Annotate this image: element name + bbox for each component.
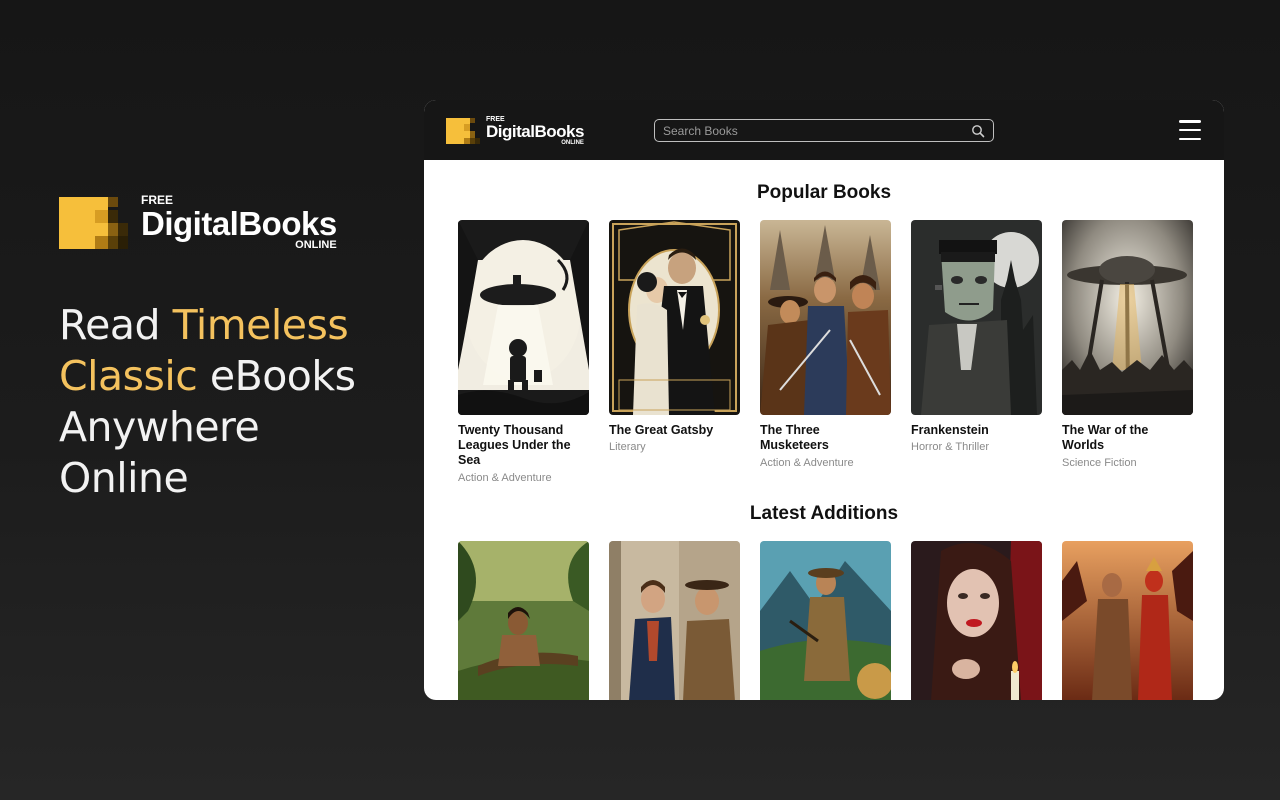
logo-mark-icon [446, 118, 480, 144]
book-card[interactable] [609, 541, 740, 700]
headline-anywhere: Anywhere [59, 403, 260, 451]
book-genre: Literary [609, 441, 646, 453]
book-title[interactable]: Frankenstein [911, 423, 1042, 438]
book-title[interactable]: The War of the Worlds [1062, 423, 1193, 453]
app-window: FREE DigitalBooks ONLINE Popular Books [424, 100, 1224, 700]
book-card[interactable] [1062, 541, 1193, 700]
logo-online-text: ONLINE [295, 239, 337, 251]
book-title[interactable]: The Great Gatsby [609, 423, 740, 438]
logo-mark-icon [59, 196, 129, 249]
explorer-cover[interactable] [760, 541, 891, 700]
book-card[interactable]: The Three Musketeers Action & Adventure [760, 220, 891, 484]
book-card[interactable]: Twenty Thousand Leagues Under the Sea Ac… [458, 220, 589, 484]
latest-additions-heading: Latest Additions [749, 503, 899, 524]
headline-timeless: Timeless [172, 301, 349, 349]
book-title[interactable]: The Three Musketeers [760, 423, 891, 453]
book-cover-submarine[interactable] [458, 220, 589, 415]
book-card[interactable] [760, 541, 891, 700]
headline-read: Read [59, 301, 173, 349]
popular-books-heading: Popular Books [756, 182, 892, 203]
search-box [654, 119, 994, 142]
search-icon[interactable] [971, 124, 985, 138]
warriors-cover[interactable] [1062, 541, 1193, 700]
hamburger-menu-icon[interactable] [1179, 120, 1201, 140]
hero-headline: Read Timeless Classic eBooks Anywhere On… [59, 300, 399, 504]
hero-logo: FREE DigitalBooks ONLINE [59, 194, 337, 251]
book-card[interactable]: The War of the Worlds Science Fiction [1062, 220, 1193, 484]
book-genre: Action & Adventure [760, 457, 854, 469]
book-card[interactable] [458, 541, 589, 700]
book-cover-frankenstein[interactable] [911, 220, 1042, 415]
red-lips-woman-cover[interactable] [911, 541, 1042, 700]
headline-ebooks: eBooks [197, 352, 356, 400]
logo-name-text: DigitalBooks [486, 122, 584, 141]
logo-name-text: DigitalBooks [141, 205, 337, 242]
headline-classic: Classic [59, 352, 198, 400]
book-genre: Science Fiction [1062, 457, 1137, 469]
book-card[interactable]: Frankenstein Horror & Thriller [911, 220, 1042, 484]
main-content: Popular Books Twenty Thousand Leagues Un… [424, 160, 1224, 700]
book-cover-musketeers[interactable] [760, 220, 891, 415]
book-genre: Horror & Thriller [911, 441, 990, 453]
book-title[interactable]: Twenty Thousand Leagues Under the Sea [458, 423, 589, 468]
book-cover-war-of-worlds[interactable] [1062, 220, 1193, 415]
book-card[interactable]: The Great Gatsby Literary [609, 220, 740, 484]
headline-online: Online [59, 454, 189, 502]
book-card[interactable] [911, 541, 1042, 700]
jungle-man-cover[interactable] [458, 541, 589, 700]
two-gentlemen-cover[interactable] [609, 541, 740, 700]
logo-online-text: ONLINE [561, 140, 584, 146]
book-cover-gatsby[interactable] [609, 220, 740, 415]
search-input[interactable] [663, 123, 971, 138]
top-navbar: FREE DigitalBooks ONLINE [424, 100, 1224, 160]
latest-additions-row [458, 541, 1193, 700]
popular-books-row: Twenty Thousand Leagues Under the Sea Ac… [458, 220, 1193, 484]
book-genre: Action & Adventure [458, 472, 552, 484]
navbar-logo[interactable]: FREE DigitalBooks ONLINE [446, 116, 584, 146]
